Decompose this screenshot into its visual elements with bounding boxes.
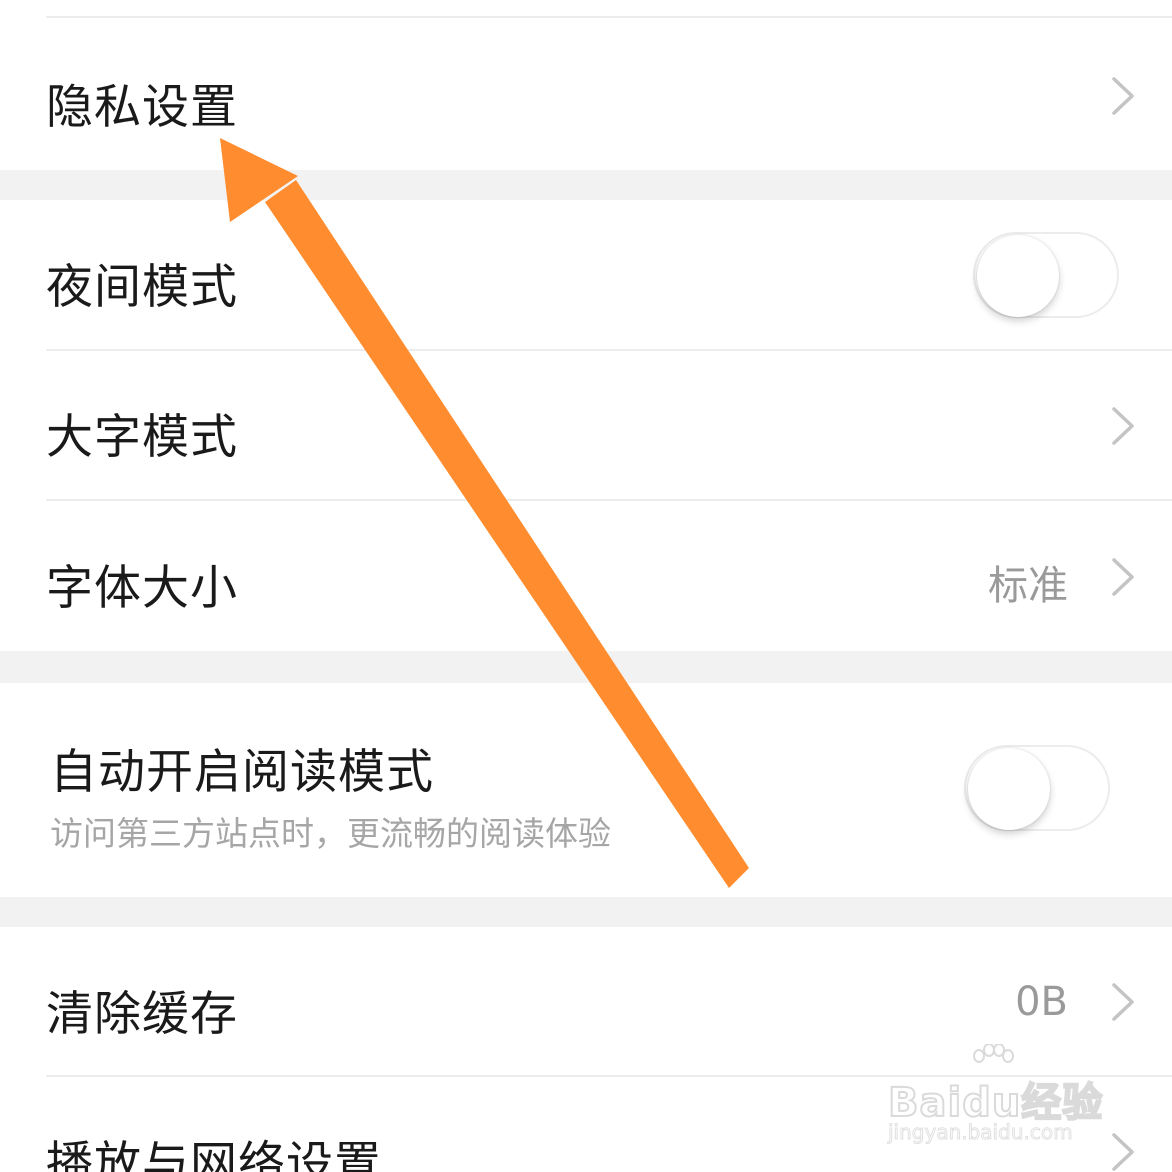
watermark-url: jingyan.baidu.com bbox=[888, 1120, 1074, 1145]
large-text-mode-row[interactable]: 大字模式 bbox=[0, 351, 1172, 499]
chevron-right-icon bbox=[1108, 1132, 1138, 1172]
section-gap bbox=[0, 897, 1172, 927]
auto-reader-mode-label: 自动开启阅读模式 bbox=[50, 745, 434, 800]
auto-reader-mode-row: 自动开启阅读模式 访问第三方站点时，更流畅的阅读体验 bbox=[0, 683, 1172, 897]
night-mode-label: 夜间模式 bbox=[46, 260, 238, 315]
chevron-right-icon bbox=[1108, 982, 1138, 1022]
privacy-settings-label: 隐私设置 bbox=[46, 80, 238, 135]
cache-size-value: 0B bbox=[1015, 979, 1068, 1025]
section-gap bbox=[0, 170, 1172, 200]
auto-reader-mode-toggle[interactable] bbox=[964, 745, 1110, 831]
settings-screen: 隐私设置 夜间模式 大字模式 字体大小 标准 自动开启阅读模式 访问第三方站点时… bbox=[0, 0, 1172, 1172]
auto-reader-mode-description: 访问第三方站点时，更流畅的阅读体验 bbox=[50, 814, 611, 853]
large-text-mode-label: 大字模式 bbox=[46, 410, 238, 465]
playback-network-settings-label: 播放与网络设置 bbox=[46, 1137, 382, 1172]
baidu-jingyan-watermark: Baidu经验 jingyan.baidu.com bbox=[887, 1040, 1108, 1150]
chevron-right-icon bbox=[1108, 406, 1138, 446]
font-size-row[interactable]: 字体大小 标准 bbox=[0, 501, 1172, 651]
clear-cache-label: 清除缓存 bbox=[46, 987, 238, 1042]
divider bbox=[46, 16, 1172, 18]
section-gap bbox=[0, 651, 1172, 683]
chevron-right-icon bbox=[1108, 557, 1138, 597]
font-size-value: 标准 bbox=[988, 563, 1068, 609]
toggle-knob bbox=[968, 748, 1050, 830]
night-mode-toggle[interactable] bbox=[973, 232, 1119, 318]
font-size-label: 字体大小 bbox=[46, 561, 238, 616]
privacy-settings-row[interactable]: 隐私设置 bbox=[0, 20, 1172, 170]
chevron-right-icon bbox=[1108, 76, 1138, 116]
toggle-knob bbox=[977, 235, 1059, 317]
night-mode-row: 夜间模式 bbox=[0, 200, 1172, 350]
